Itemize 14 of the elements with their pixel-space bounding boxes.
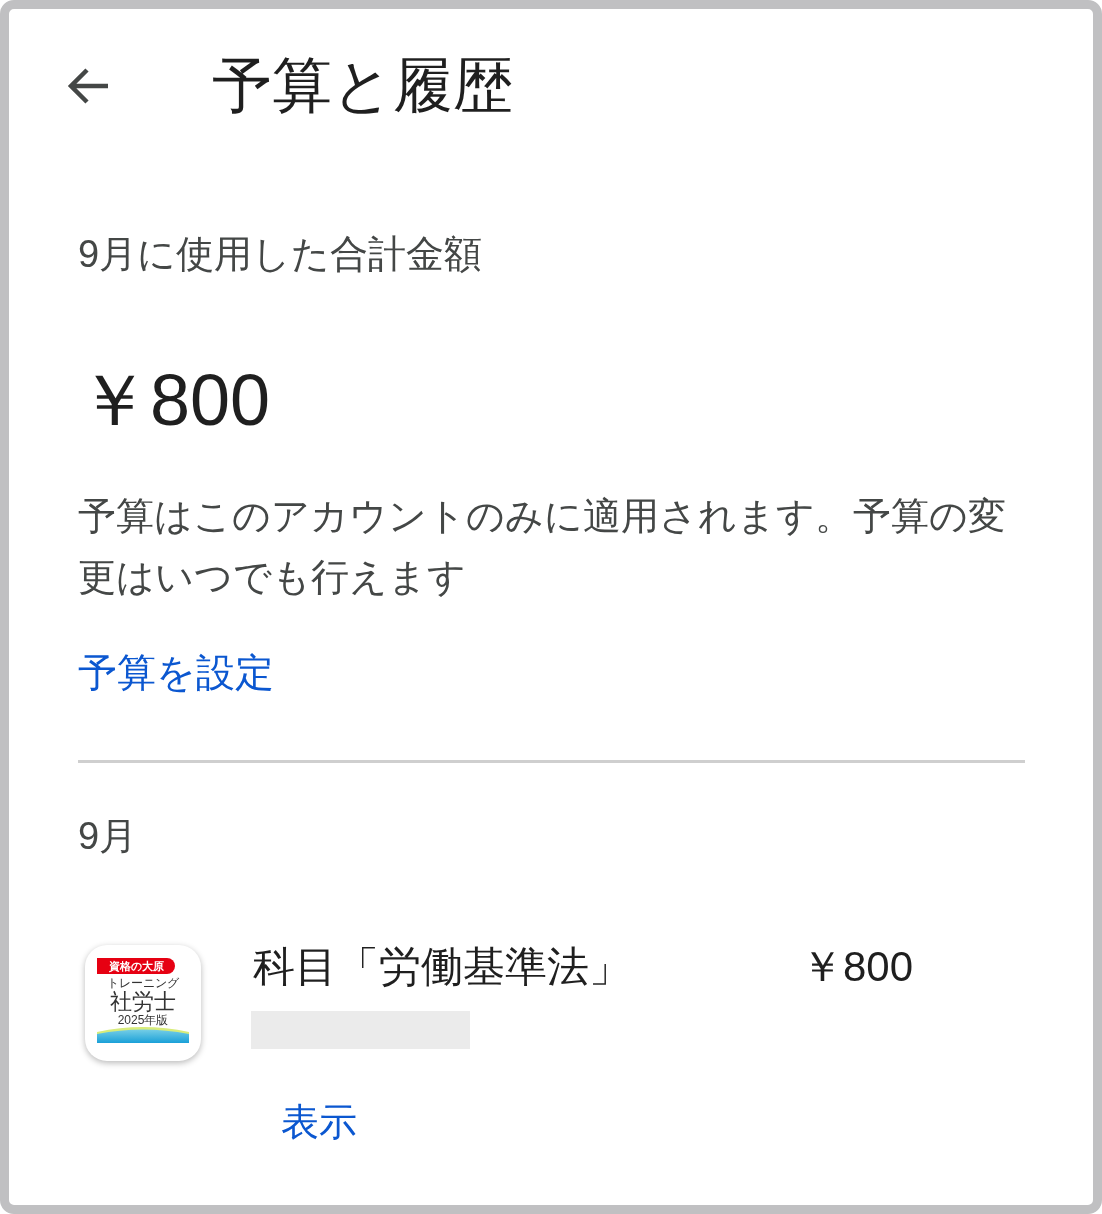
spend-label: 9月に使用した合計金額 [78, 232, 483, 277]
brand-banner: 資格の大原 [97, 958, 175, 974]
page-title: 予算と履歴 [212, 51, 513, 121]
month-heading: 9月 [78, 814, 138, 859]
view-link[interactable]: 表示 [281, 1098, 357, 1147]
app-edition: 2025年版 [117, 1013, 169, 1027]
app-name: 社労士 [110, 990, 176, 1013]
budget-note: 予算はこのアカウントのみに適用されます。予算の変更はいつでも行えます [78, 494, 1007, 600]
total-amount: ￥800 [78, 359, 271, 442]
set-budget-link[interactable]: 予算を設定 [78, 648, 274, 698]
back-arrow-icon[interactable] [66, 66, 110, 106]
app-subtitle: トレーニング [107, 976, 179, 990]
purchase-title: 科目「労働基準法」 [253, 942, 631, 992]
purchase-price: ￥800 [800, 942, 913, 992]
